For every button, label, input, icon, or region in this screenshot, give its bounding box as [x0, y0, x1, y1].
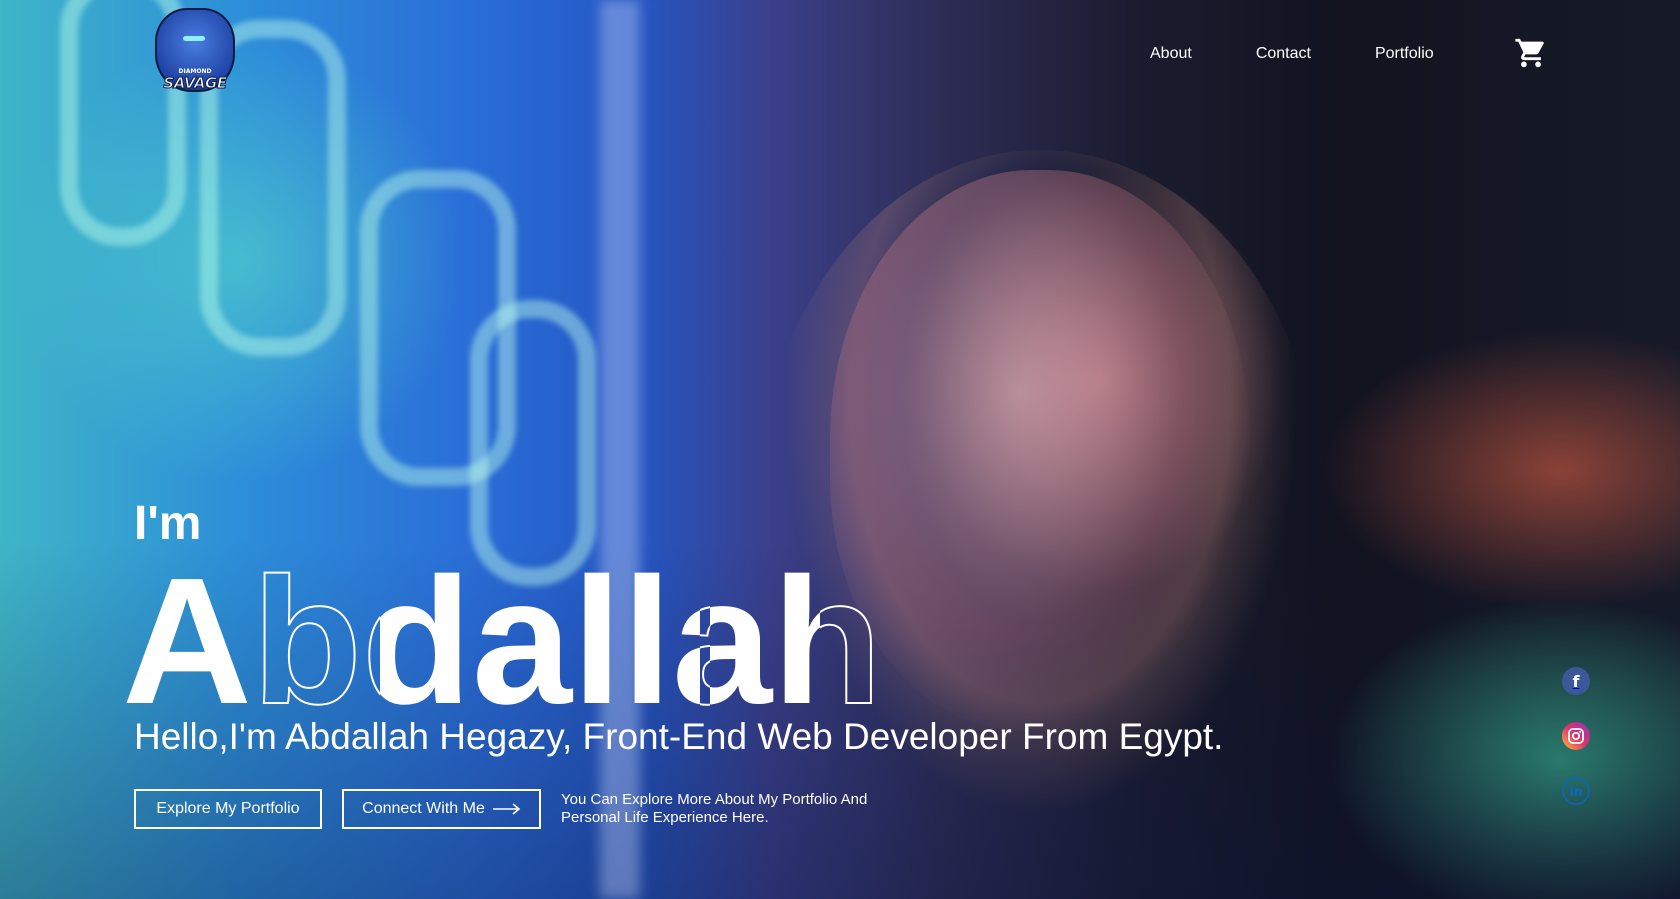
hero-subtitle: Hello,I'm Abdallah Hegazy, Front-End Web…: [134, 716, 1224, 757]
nav-link-about[interactable]: About: [1150, 45, 1192, 63]
neon-tube: [470, 300, 596, 586]
instagram-icon[interactable]: [1562, 722, 1590, 750]
arrow-right-icon: [492, 803, 521, 815]
nav-link-contact[interactable]: Contact: [1256, 45, 1311, 63]
hero-name: Abdallah Abdallah: [122, 545, 883, 715]
cart-icon[interactable]: [1514, 36, 1548, 70]
connect-with-me-label: Connect With Me: [362, 800, 485, 817]
hero-section: DIAMOND SAVAGE About Contact Portfolio I…: [0, 0, 1680, 899]
site-logo[interactable]: DIAMOND SAVAGE: [155, 8, 235, 104]
mascot-eyes: [183, 36, 205, 41]
background-light-strip: [600, 0, 640, 899]
hero-intro: I'm: [134, 497, 202, 550]
facebook-glyph: f: [1572, 671, 1580, 691]
svg-text:in: in: [1569, 785, 1583, 800]
connect-with-me-button[interactable]: Connect With Me: [342, 789, 541, 829]
facebook-icon[interactable]: f: [1562, 667, 1590, 695]
linkedin-glyph: in: [1562, 777, 1590, 805]
explore-portfolio-label: Explore My Portfolio: [156, 800, 300, 817]
logo-main-text: SAVAGE: [163, 74, 228, 93]
nav-link-portfolio[interactable]: Portfolio: [1375, 45, 1434, 63]
main-nav: About Contact Portfolio: [1150, 42, 1498, 66]
explore-portfolio-button[interactable]: Explore My Portfolio: [134, 789, 322, 829]
instagram-glyph: [1568, 728, 1584, 744]
linkedin-icon[interactable]: in: [1562, 777, 1590, 805]
hero-note: You Can Explore More About My Portfolio …: [561, 791, 868, 826]
hero-name-solid: Abdallah: [122, 545, 882, 715]
